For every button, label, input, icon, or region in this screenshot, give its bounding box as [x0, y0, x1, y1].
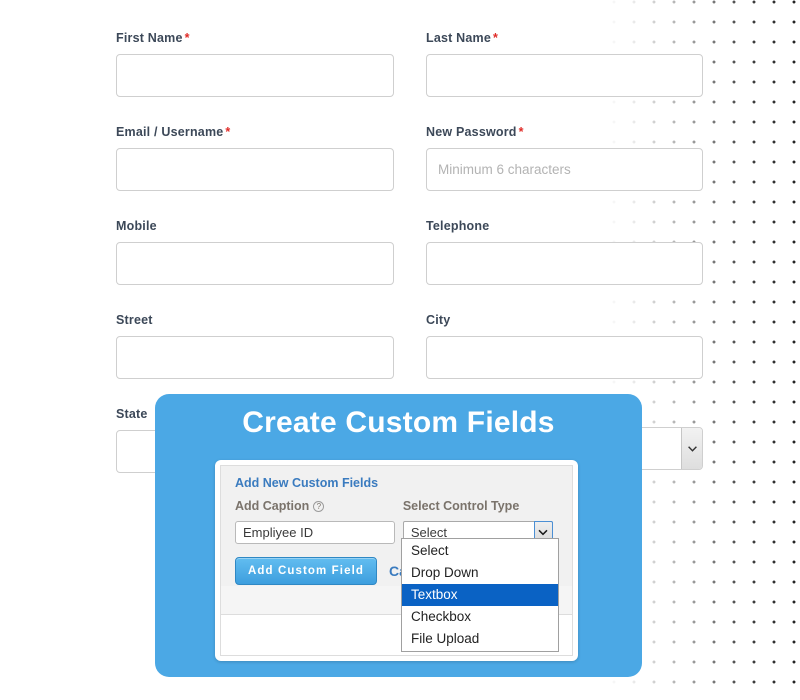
field-first-name: First Name *: [116, 31, 394, 97]
caption-column: Add Caption ?: [235, 499, 403, 544]
field-label-new-password: New Password *: [426, 125, 703, 139]
create-custom-fields-modal: Create Custom Fields Add New Custom Fiel…: [155, 394, 642, 677]
modal-title: Create Custom Fields: [242, 406, 555, 439]
label-text: Email / Username: [116, 125, 224, 139]
mobile-input[interactable]: [116, 242, 394, 285]
label-text: City: [426, 313, 451, 327]
label-text: Mobile: [116, 219, 157, 233]
required-marker: *: [184, 31, 190, 45]
field-new-password: New Password *: [426, 125, 703, 191]
field-last-name: Last Name *: [426, 31, 703, 97]
new-password-input[interactable]: [426, 148, 703, 191]
question-mark-icon[interactable]: ?: [313, 500, 325, 512]
caption-input[interactable]: [235, 521, 395, 544]
page-root: First Name * Last Name * Email / Username *…: [0, 0, 800, 700]
field-label-last-name: Last Name *: [426, 31, 703, 45]
field-city: City: [426, 313, 703, 379]
first-name-input[interactable]: [116, 54, 394, 97]
required-marker: *: [225, 125, 231, 139]
label-text: New Password: [426, 125, 517, 139]
label-text: State: [116, 407, 148, 421]
dropdown-option[interactable]: Drop Down: [402, 562, 558, 584]
add-caption-label: Add Caption ?: [235, 499, 403, 513]
dropdown-option[interactable]: Checkbox: [402, 606, 558, 628]
dropdown-option[interactable]: Select: [402, 540, 558, 562]
dropdown-option-selected[interactable]: Textbox: [402, 584, 558, 606]
field-label-city: City: [426, 313, 703, 327]
label-text: First Name: [116, 31, 183, 45]
required-marker: *: [493, 31, 499, 45]
label-text: Telephone: [426, 219, 490, 233]
label-text: Last Name: [426, 31, 492, 45]
select-control-type-label: Select Control Type: [403, 499, 558, 513]
telephone-input[interactable]: [426, 242, 703, 285]
field-mobile: Mobile: [116, 219, 394, 285]
email-username-input[interactable]: [116, 148, 394, 191]
panel-heading: Add New Custom Fields: [235, 476, 379, 490]
field-label-telephone: Telephone: [426, 219, 703, 233]
field-label-mobile: Mobile: [116, 219, 394, 233]
street-input[interactable]: [116, 336, 394, 379]
field-telephone: Telephone: [426, 219, 703, 285]
field-email-username: Email / Username *: [116, 125, 394, 191]
field-label-first-name: First Name *: [116, 31, 394, 45]
add-custom-field-button[interactable]: Add Custom Field: [235, 557, 377, 585]
city-input[interactable]: [426, 336, 703, 379]
field-label-email-username: Email / Username *: [116, 125, 394, 139]
label-text: Street: [116, 313, 153, 327]
field-label-street: Street: [116, 313, 394, 327]
required-marker: *: [518, 125, 524, 139]
field-street: Street: [116, 313, 394, 379]
control-type-label-text: Select Control Type: [402, 499, 520, 513]
dropdown-option[interactable]: File Upload: [402, 628, 558, 650]
caption-label-text: Add Caption: [235, 499, 310, 513]
last-name-input[interactable]: [426, 54, 703, 97]
control-type-dropdown-list[interactable]: Select Drop Down Textbox Checkbox File U…: [401, 538, 559, 652]
